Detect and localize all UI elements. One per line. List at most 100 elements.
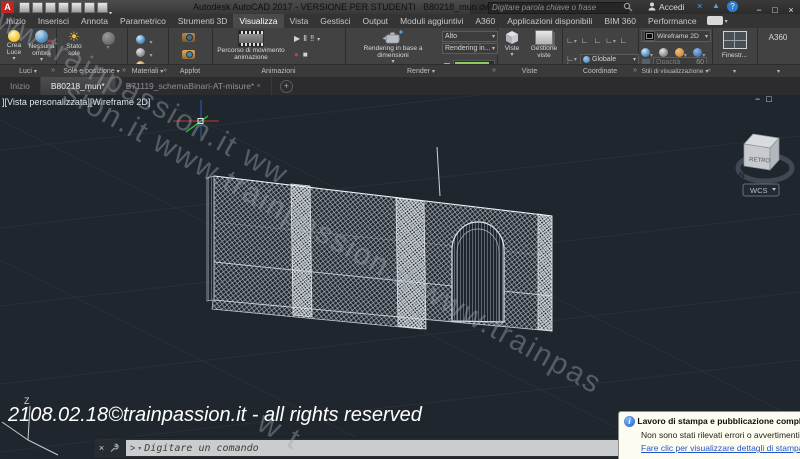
viste-button[interactable]: Viste▾ [498, 30, 526, 59]
command-dropdown-icon[interactable]: ▾ [138, 445, 141, 452]
gestione-viste-button[interactable]: Gestione viste [528, 30, 560, 59]
tab-inserisci[interactable]: Inserisci [32, 14, 75, 28]
panel-label-materiali[interactable]: Materiali▾ [127, 64, 168, 77]
panel-label-animazioni[interactable]: Animazioni [212, 64, 345, 77]
pilaster [538, 214, 552, 331]
viewport-controls-label[interactable]: ][Vista personalizzata][Wireframe 2D] [2, 97, 150, 107]
panel-label-stili[interactable]: Stili di visualizzazione▾ [638, 64, 712, 77]
new-file-icon[interactable] [19, 2, 30, 13]
panel-label-coordinate[interactable]: Coordinate [562, 64, 638, 77]
panel-animazioni: Percorso di movimento animazione ▶Ⅱ‼▾ ●■… [212, 28, 346, 77]
panel-flyout-coordinate[interactable]: » [633, 65, 637, 77]
save-as-icon[interactable] [58, 2, 69, 13]
shadow-style-icon[interactable] [659, 48, 668, 57]
ucs-icon[interactable]: ∟ [591, 36, 604, 45]
panel-label-a360[interactable]: ▾ [757, 64, 800, 77]
compass-north-label[interactable]: N [739, 171, 745, 180]
panel-label-viste[interactable]: Viste [497, 64, 562, 77]
file-tab-inizio[interactable]: Inizio [0, 77, 41, 95]
finestre-button[interactable]: Finestr... [718, 31, 751, 59]
notification-link[interactable]: Fare clic per visualizzare dettagli di s… [619, 440, 800, 453]
viewcube[interactable]: N RETRO WCS [728, 118, 800, 202]
tab-bim-360[interactable]: BIM 360 [598, 14, 642, 28]
sky-sphere-icon [102, 32, 115, 45]
panel-label-finestre[interactable]: ▾ [712, 64, 757, 77]
open-file-icon[interactable] [32, 2, 43, 13]
autocad-logo[interactable]: A [1, 1, 14, 13]
ucs-icon[interactable]: ∟ [578, 36, 591, 45]
ucs-icon[interactable]: ∟▾ [604, 36, 617, 47]
stop-icon[interactable]: ■ [303, 50, 312, 59]
ribbon-display-dropdown-icon[interactable]: ▾ [725, 18, 728, 28]
viewport-minimize-icon[interactable]: − [755, 94, 766, 104]
crea-luce-button[interactable]: Crea Luce▾ [1, 30, 27, 63]
customize-wrench-icon[interactable] [109, 443, 119, 453]
panel-flyout-luci[interactable]: » [51, 65, 55, 77]
tab-annota[interactable]: Annota [75, 14, 114, 28]
tab-inizio[interactable]: Inizio [0, 14, 32, 28]
a360-sync-icon[interactable]: ▲ [712, 1, 720, 10]
tab-parametrico[interactable]: Parametrico [114, 14, 172, 28]
sky-off-button[interactable]: ▾ [94, 32, 122, 52]
nessuna-ombra-button[interactable]: × Nessuna ombra▾ [28, 30, 55, 64]
tab-strumenti-3d[interactable]: Strumenti 3D [172, 14, 234, 28]
new-drawing-tab-button[interactable]: + [280, 80, 293, 93]
camera-icon [182, 33, 195, 42]
redo-icon[interactable] [97, 2, 108, 13]
file-tab-b71119[interactable]: B71119_schemaBinari-AT-misure* × [116, 77, 272, 95]
render-target-dropdown[interactable]: Rendering in...▾ [442, 43, 498, 54]
a360-panel-button[interactable]: A360 [763, 34, 793, 41]
notification-title: Lavoro di stampa e pubblicazione complet… [637, 416, 800, 426]
search-input[interactable]: Digitare parola chiave o frase [488, 2, 628, 14]
viewport-restore-icon[interactable]: □ [766, 94, 777, 104]
search-icon[interactable] [623, 2, 633, 12]
panel-label-appfot[interactable]: Appfot [168, 64, 212, 77]
record-icon[interactable]: ● [294, 50, 303, 59]
save-icon[interactable] [45, 2, 56, 13]
ribbon-display-toggle-icon[interactable] [707, 16, 723, 25]
help-icon[interactable]: ? [727, 1, 738, 12]
panel-flyout-stili[interactable]: » [707, 65, 711, 77]
edge-style-icon[interactable] [675, 48, 684, 57]
tab-gestisci[interactable]: Gestisci [314, 14, 356, 28]
tab-output[interactable]: Output [357, 14, 395, 28]
ucs-icon[interactable]: ∟▾ [565, 36, 578, 47]
undo-icon[interactable] [84, 2, 95, 13]
panel-label-luci[interactable]: Luci▾ [0, 64, 56, 77]
appfot-snapshot-button[interactable] [182, 50, 195, 59]
tab-visualizza[interactable]: Visualizza [233, 14, 283, 28]
percorso-movimento-button[interactable]: Percorso di movimento animazione [214, 30, 288, 61]
shadow-sphere-icon: × [35, 30, 48, 43]
rendering-button[interactable]: Rendering in base a dimensioni▾ [347, 29, 439, 66]
signin-button[interactable]: Accedi [659, 2, 685, 12]
command-close-icon[interactable]: × [99, 443, 104, 453]
face-style-icon[interactable] [641, 48, 650, 57]
plot-icon[interactable] [71, 2, 82, 13]
share-icon[interactable]: × [697, 1, 702, 11]
panel-label-sole[interactable]: Sole e posizione▾ [56, 64, 127, 77]
panel-label-render[interactable]: Render▾ [345, 64, 497, 77]
viewcube-cube[interactable] [744, 134, 779, 170]
ucs-icon[interactable]: ∟ [617, 36, 630, 45]
film-strip-icon [238, 30, 264, 47]
tab-close-icon[interactable]: × [257, 83, 261, 90]
tab-applicazioni-disponibili[interactable]: Applicazioni disponibili [501, 14, 598, 28]
stato-sole-button[interactable]: ☀ Stato sole [60, 30, 88, 57]
dropdown-icon[interactable]: ▾ [317, 37, 323, 43]
appfot-camera-button[interactable] [182, 33, 195, 42]
viewport-window-icon [723, 31, 747, 49]
wcs-dropdown[interactable]: WCS [743, 184, 779, 196]
crosshair [173, 100, 219, 138]
play-icon[interactable]: ▶ [294, 34, 303, 43]
tab-moduli-aggiuntivi[interactable]: Moduli aggiuntivi [394, 14, 469, 28]
panel-flyout-sole[interactable]: » [122, 65, 126, 77]
tab-performance[interactable]: Performance [642, 14, 703, 28]
visual-style-dropdown[interactable]: Wireframe 2D▾ [641, 30, 711, 42]
material-mapping-icon [136, 48, 145, 57]
render-quality-dropdown[interactable]: Alto▾ [442, 31, 498, 42]
tab-a360[interactable]: A360 [469, 14, 501, 28]
panel-flyout-materiali[interactable]: » [163, 65, 167, 77]
file-tab-b80218[interactable]: B80218_mun* [41, 77, 116, 95]
tab-vista[interactable]: Vista [284, 14, 315, 28]
panel-flyout-render[interactable]: » [492, 65, 496, 77]
